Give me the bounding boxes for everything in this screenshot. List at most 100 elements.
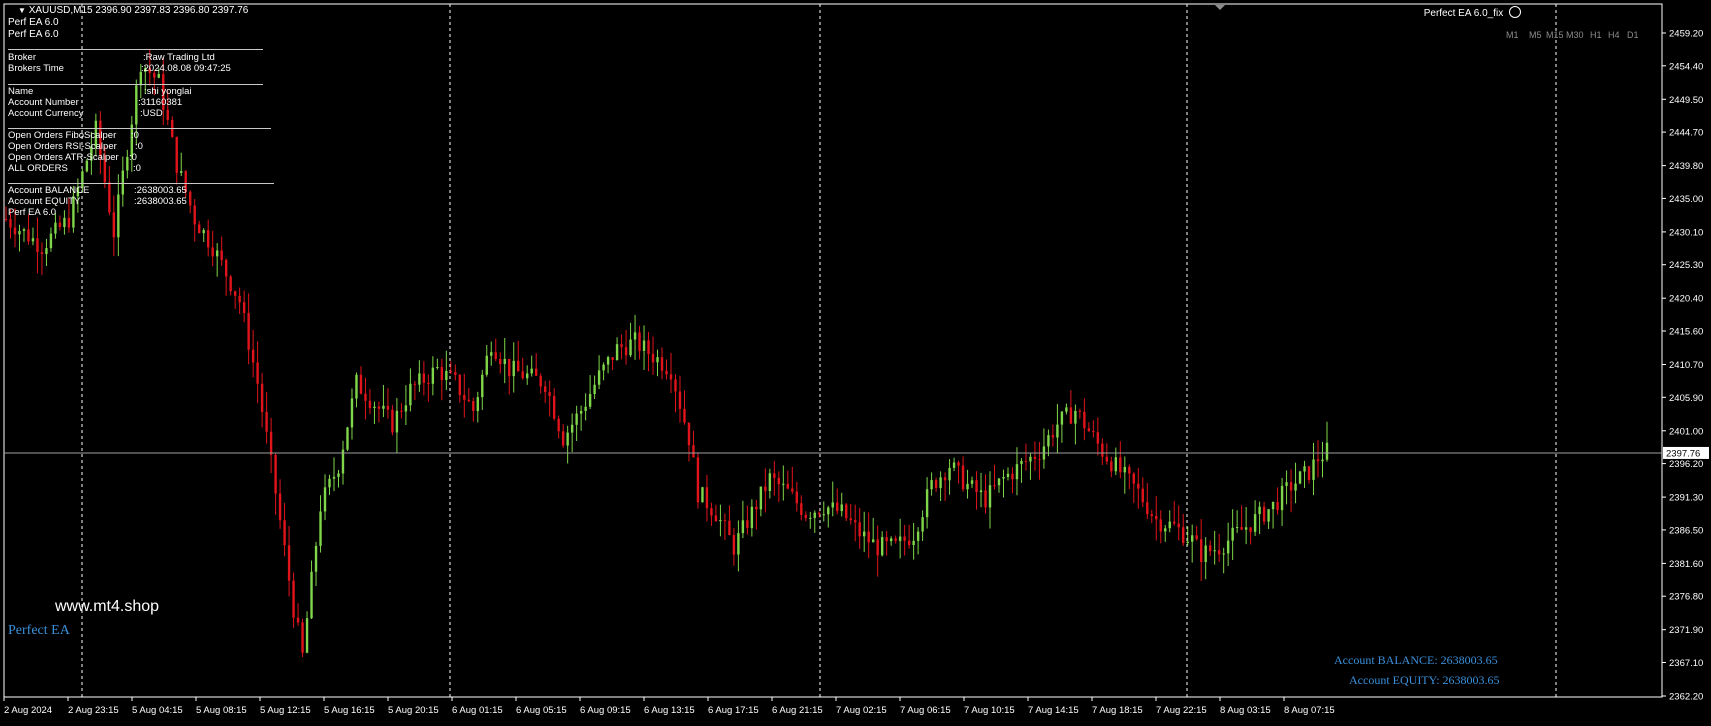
candle-body bbox=[570, 424, 574, 433]
candle-body bbox=[1092, 431, 1095, 433]
candle-body bbox=[328, 478, 331, 488]
candle-body bbox=[269, 431, 273, 455]
candle-body bbox=[710, 508, 713, 516]
x-tick-label: 8 Aug 03:15 bbox=[1220, 705, 1271, 716]
x-tick-label: 6 Aug 05:15 bbox=[516, 705, 567, 716]
y-tick-label: 2415.60 bbox=[1669, 327, 1703, 338]
candle-body bbox=[970, 480, 974, 484]
candle-body bbox=[746, 520, 749, 529]
candle-body bbox=[242, 302, 246, 314]
candle-body bbox=[1020, 461, 1023, 465]
candle-body bbox=[1199, 539, 1203, 562]
smiley-icon bbox=[1509, 6, 1521, 18]
candle-body bbox=[1078, 410, 1082, 412]
x-tick-label: 5 Aug 12:15 bbox=[260, 705, 311, 716]
candle-body bbox=[1249, 527, 1252, 532]
candle-body bbox=[741, 520, 745, 534]
open-atr-value: :0 bbox=[129, 152, 137, 163]
candle-body bbox=[782, 483, 785, 485]
name-label: Name bbox=[8, 86, 34, 97]
candle-body bbox=[768, 473, 772, 491]
candle-body bbox=[1051, 435, 1055, 438]
candle-body bbox=[773, 473, 776, 478]
y-tick-label: 2439.80 bbox=[1669, 161, 1703, 172]
candle-body bbox=[701, 487, 704, 503]
candle-body bbox=[903, 536, 906, 541]
collapse-arrow-icon[interactable]: ▼ bbox=[18, 6, 26, 15]
candle-body bbox=[633, 332, 637, 340]
y-tick-label: 2371.90 bbox=[1669, 625, 1703, 636]
tf-m1[interactable]: M1 bbox=[1506, 30, 1519, 40]
candle-body bbox=[1101, 443, 1104, 457]
candle-body bbox=[1033, 456, 1037, 459]
candle-body bbox=[157, 74, 160, 78]
candle-body bbox=[283, 520, 286, 546]
candle-body bbox=[40, 252, 44, 255]
candle-body bbox=[696, 457, 700, 503]
candle-body bbox=[1105, 456, 1109, 462]
candle-body bbox=[198, 224, 201, 234]
candle-body bbox=[566, 432, 569, 446]
candle-body bbox=[543, 386, 547, 393]
tf-h1[interactable]: H1 bbox=[1590, 30, 1602, 40]
candle-body bbox=[1024, 461, 1028, 463]
candle-body bbox=[508, 358, 511, 377]
candle-body bbox=[651, 353, 655, 363]
candle-body bbox=[49, 233, 53, 249]
candle-body bbox=[1312, 459, 1315, 480]
candle-body bbox=[1303, 466, 1306, 472]
candle-body bbox=[867, 531, 870, 543]
candle-body bbox=[966, 483, 969, 490]
candle-body bbox=[678, 391, 682, 409]
candle-body bbox=[930, 480, 933, 490]
candle-body bbox=[1015, 464, 1019, 480]
ea-name-line-1: Perf EA 6.0 bbox=[8, 17, 59, 28]
candle-body bbox=[319, 511, 322, 546]
candle-body bbox=[1262, 506, 1266, 522]
x-tick-label: 6 Aug 21:15 bbox=[772, 705, 823, 716]
candle-body bbox=[22, 229, 26, 231]
tf-d1[interactable]: D1 bbox=[1627, 30, 1639, 40]
candle-body bbox=[845, 504, 848, 519]
price-chart[interactable]: 2459.20 2454.40 2449.50 2444.70 2439.80 2435.… bbox=[0, 0, 1711, 721]
tf-m5[interactable]: M5 bbox=[1529, 30, 1542, 40]
overlay-equity-label: Account EQUITY: bbox=[1349, 673, 1440, 687]
candle-body bbox=[885, 537, 888, 542]
y-tick-label: 2367.10 bbox=[1669, 658, 1703, 669]
candle-body bbox=[683, 408, 686, 423]
all-orders-value: :0 bbox=[133, 163, 141, 174]
overlay-equity: Account EQUITY: 2638003.65 bbox=[1349, 673, 1500, 688]
candle-body bbox=[1213, 550, 1216, 552]
candle-body bbox=[764, 486, 767, 491]
all-orders-label: ALL ORDERS bbox=[8, 163, 68, 174]
y-tick-label: 2391.30 bbox=[1669, 493, 1703, 504]
candle-body bbox=[898, 536, 902, 541]
candle-body bbox=[409, 383, 412, 406]
y-tick-label: 2420.40 bbox=[1669, 294, 1703, 305]
candle-body bbox=[490, 352, 493, 356]
candle-body bbox=[1267, 509, 1270, 522]
candle-body bbox=[63, 217, 66, 228]
x-tick-label: 7 Aug 22:15 bbox=[1156, 705, 1207, 716]
tf-h4[interactable]: H4 bbox=[1608, 30, 1620, 40]
candle-body bbox=[818, 512, 821, 515]
candle-body bbox=[786, 483, 790, 489]
x-tick-label: 6 Aug 09:15 bbox=[580, 705, 631, 716]
candle-body bbox=[1128, 466, 1131, 474]
y-tick-label: 2459.20 bbox=[1669, 29, 1703, 40]
candle-body bbox=[359, 374, 363, 394]
candle-body bbox=[1056, 424, 1059, 438]
symbol-header: ▼ XAUUSD,M15 2396.90 2397.83 2396.80 239… bbox=[18, 5, 248, 16]
chart-area[interactable]: 2459.20 2454.40 2449.50 2444.70 2439.80 2435.… bbox=[0, 0, 1711, 721]
candle-body bbox=[436, 367, 439, 369]
tf-m30[interactable]: M30 bbox=[1566, 30, 1584, 40]
tf-m15[interactable]: M15 bbox=[1546, 30, 1564, 40]
candle-body bbox=[395, 410, 399, 433]
candle-body bbox=[296, 617, 300, 623]
candle-body bbox=[485, 355, 488, 375]
account-currency-value: :USD bbox=[140, 108, 163, 119]
candle-body bbox=[27, 229, 30, 242]
candle-body bbox=[67, 217, 71, 228]
candle-body bbox=[948, 467, 951, 481]
ea-attached-label[interactable]: Perfect EA 6.0_fix bbox=[1424, 6, 1521, 19]
